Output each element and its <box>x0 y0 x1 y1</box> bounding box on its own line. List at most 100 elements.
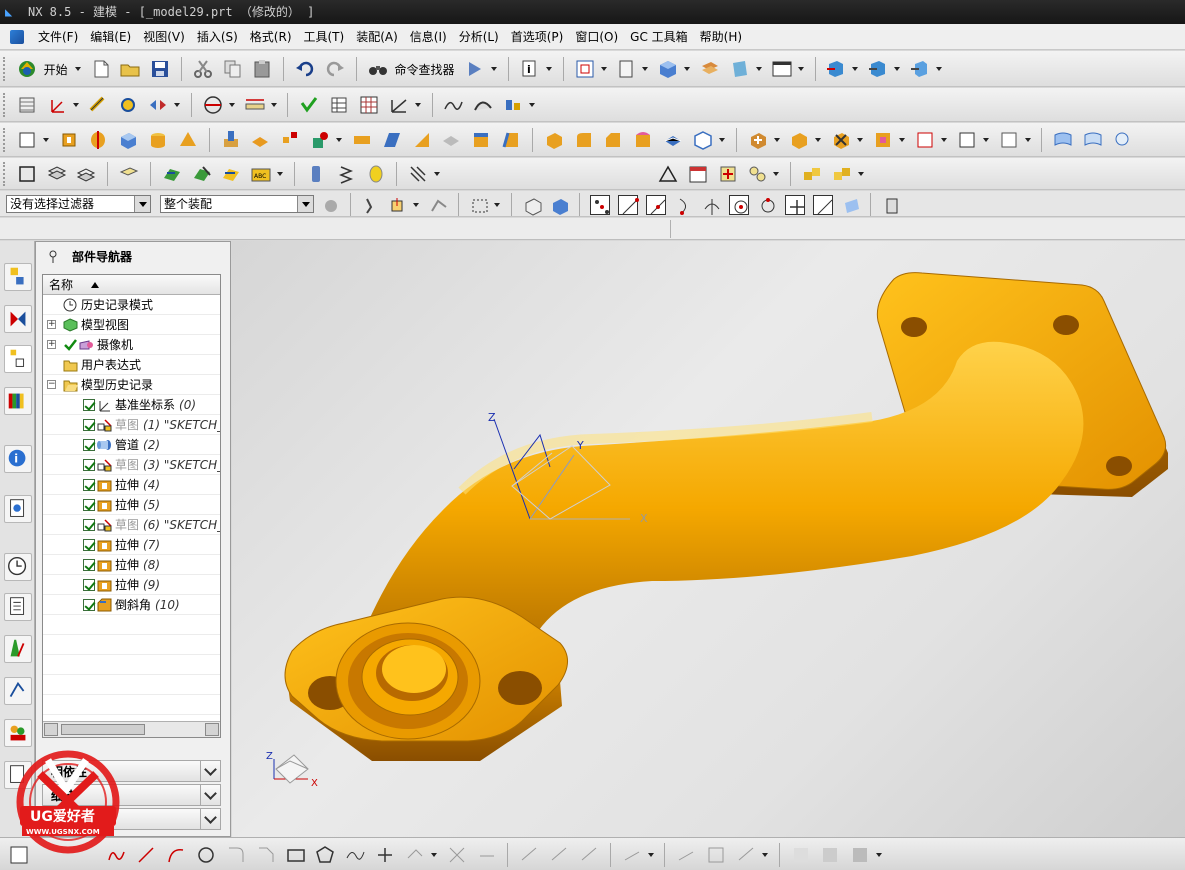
curve-analysis-icon[interactable] <box>442 94 464 116</box>
snap-icon[interactable] <box>361 195 381 215</box>
tree-node-model-history[interactable]: − 模型历史记录 <box>43 375 220 395</box>
pocket-icon[interactable] <box>309 129 331 151</box>
point-on-face-icon[interactable] <box>841 195 861 215</box>
menu-file[interactable]: 文件(F) <box>32 28 84 45</box>
select-body-icon[interactable] <box>522 195 542 216</box>
coord-check-icon[interactable] <box>388 94 410 116</box>
wcs-icon[interactable] <box>46 94 68 116</box>
chamfer-sketch-icon[interactable] <box>255 844 277 866</box>
circle-icon[interactable] <box>195 844 217 866</box>
snap-point-icon[interactable] <box>388 195 408 215</box>
spring-icon[interactable] <box>335 163 357 185</box>
move-face-icon[interactable] <box>747 129 769 151</box>
start-icon[interactable] <box>16 58 38 80</box>
cylinder-icon[interactable] <box>147 129 169 151</box>
pad-icon[interactable] <box>279 129 301 151</box>
binoculars-icon[interactable] <box>367 58 389 80</box>
abc-icon[interactable]: ABC <box>250 163 272 185</box>
label-notch-icon[interactable] <box>998 129 1020 151</box>
delete-face-icon[interactable] <box>830 129 852 151</box>
calendar-icon[interactable] <box>687 163 709 185</box>
scroll-left-icon[interactable] <box>44 723 58 736</box>
trim-body-icon[interactable] <box>632 129 654 151</box>
menu-gc-toolkit[interactable]: GC 工具箱 <box>624 28 694 45</box>
menu-help[interactable]: 帮助(H) <box>694 28 748 45</box>
intersection-icon[interactable] <box>701 195 721 215</box>
inferred-constraint-icon[interactable] <box>849 844 871 866</box>
feature-play-icon[interactable] <box>161 163 183 185</box>
cut-icon[interactable] <box>192 58 214 80</box>
quadrant-icon[interactable] <box>757 195 777 215</box>
feature-row[interactable]: 拉伸 (4) <box>43 475 220 495</box>
triangle-icon[interactable] <box>657 163 679 185</box>
visibility-checkbox[interactable] <box>83 579 95 591</box>
feature-row[interactable]: 拉伸 (7) <box>43 535 220 555</box>
midpoint-icon[interactable] <box>645 195 666 215</box>
stack-icon[interactable] <box>16 94 38 116</box>
check-geometry-icon[interactable] <box>298 94 320 116</box>
chevron-down-icon[interactable] <box>200 761 220 781</box>
visibility-checkbox[interactable] <box>83 419 95 431</box>
part-navigator-tab[interactable] <box>4 345 32 373</box>
undo-icon[interactable] <box>294 58 316 80</box>
convert-ref-icon[interactable] <box>790 844 812 866</box>
geometric-constraint-icon[interactable] <box>675 844 697 866</box>
cluster-icon[interactable] <box>746 163 768 185</box>
extrude-icon[interactable] <box>58 129 80 151</box>
redo-icon[interactable] <box>324 58 346 80</box>
datum-box-icon[interactable] <box>16 163 38 185</box>
show-constraints-icon[interactable] <box>735 844 757 866</box>
rib-icon[interactable] <box>440 129 462 151</box>
grid-icon[interactable] <box>358 94 380 116</box>
menu-information[interactable]: 信息(I) <box>404 28 453 45</box>
offset-face-icon[interactable] <box>470 129 492 151</box>
scroll-thumb[interactable] <box>61 724 145 735</box>
system-materials-tab[interactable] <box>4 593 32 621</box>
assembly-2-icon[interactable] <box>867 58 889 80</box>
groove-icon[interactable] <box>381 129 403 151</box>
shaded-cube-icon[interactable] <box>657 58 679 80</box>
reuse-library-tab[interactable] <box>4 387 32 415</box>
collapse-icon[interactable]: − <box>47 380 56 389</box>
chevron-down-icon[interactable] <box>297 196 313 212</box>
measure-distance-icon[interactable] <box>202 94 224 116</box>
open-folder-icon[interactable] <box>119 58 141 80</box>
existing-point-icon[interactable] <box>784 195 805 215</box>
menu-view[interactable]: 视图(V) <box>137 28 191 45</box>
assembly-navigator-tab[interactable] <box>4 263 32 291</box>
visibility-checkbox[interactable] <box>83 439 95 451</box>
assembly-scope-combo[interactable]: 整个装配 <box>160 195 314 213</box>
constraint-navigator-tab[interactable] <box>4 305 32 333</box>
visibility-checkbox[interactable] <box>83 559 95 571</box>
visibility-checkbox[interactable] <box>83 519 95 531</box>
chamfer-icon[interactable] <box>602 129 624 151</box>
surface-1-icon[interactable] <box>1052 129 1074 151</box>
history-palette-tab[interactable] <box>4 495 32 523</box>
dimension-2-icon[interactable] <box>548 844 570 866</box>
feature-row[interactable]: 拉伸 (5) <box>43 495 220 515</box>
info-icon[interactable]: i <box>519 58 541 80</box>
visibility-checkbox[interactable] <box>83 499 95 511</box>
block-icon[interactable] <box>117 129 139 151</box>
menu-preferences[interactable]: 首选项(P) <box>505 28 570 45</box>
surface-3-icon[interactable] <box>1112 129 1134 151</box>
feature-edit-icon[interactable] <box>191 163 213 185</box>
tree-node-history-mode[interactable]: 历史记录模式 <box>43 295 220 315</box>
menu-assembly[interactable]: 装配(A) <box>350 28 404 45</box>
rect-select-icon[interactable] <box>469 195 489 215</box>
menu-tools[interactable]: 工具(T) <box>298 28 351 45</box>
feature-replay-icon[interactable] <box>220 163 242 185</box>
point-on-curve-icon[interactable] <box>812 195 833 215</box>
paste-icon[interactable] <box>251 58 273 80</box>
visibility-checkbox[interactable] <box>83 539 95 551</box>
wcs-display-icon[interactable] <box>729 58 751 80</box>
snap-control-icon[interactable] <box>428 195 448 215</box>
arc-center-icon[interactable] <box>729 195 750 215</box>
chevron-down-icon[interactable] <box>200 809 220 829</box>
edge-blend-icon[interactable] <box>573 129 595 151</box>
feature-row[interactable]: 草图 (6) "SKETCH_ <box>43 515 220 535</box>
analysis-icon[interactable] <box>117 94 139 116</box>
selection-filter-combo[interactable]: 没有选择过滤器 <box>6 195 151 213</box>
feature-row[interactable]: 拉伸 (8) <box>43 555 220 575</box>
draft-icon[interactable] <box>500 129 522 151</box>
